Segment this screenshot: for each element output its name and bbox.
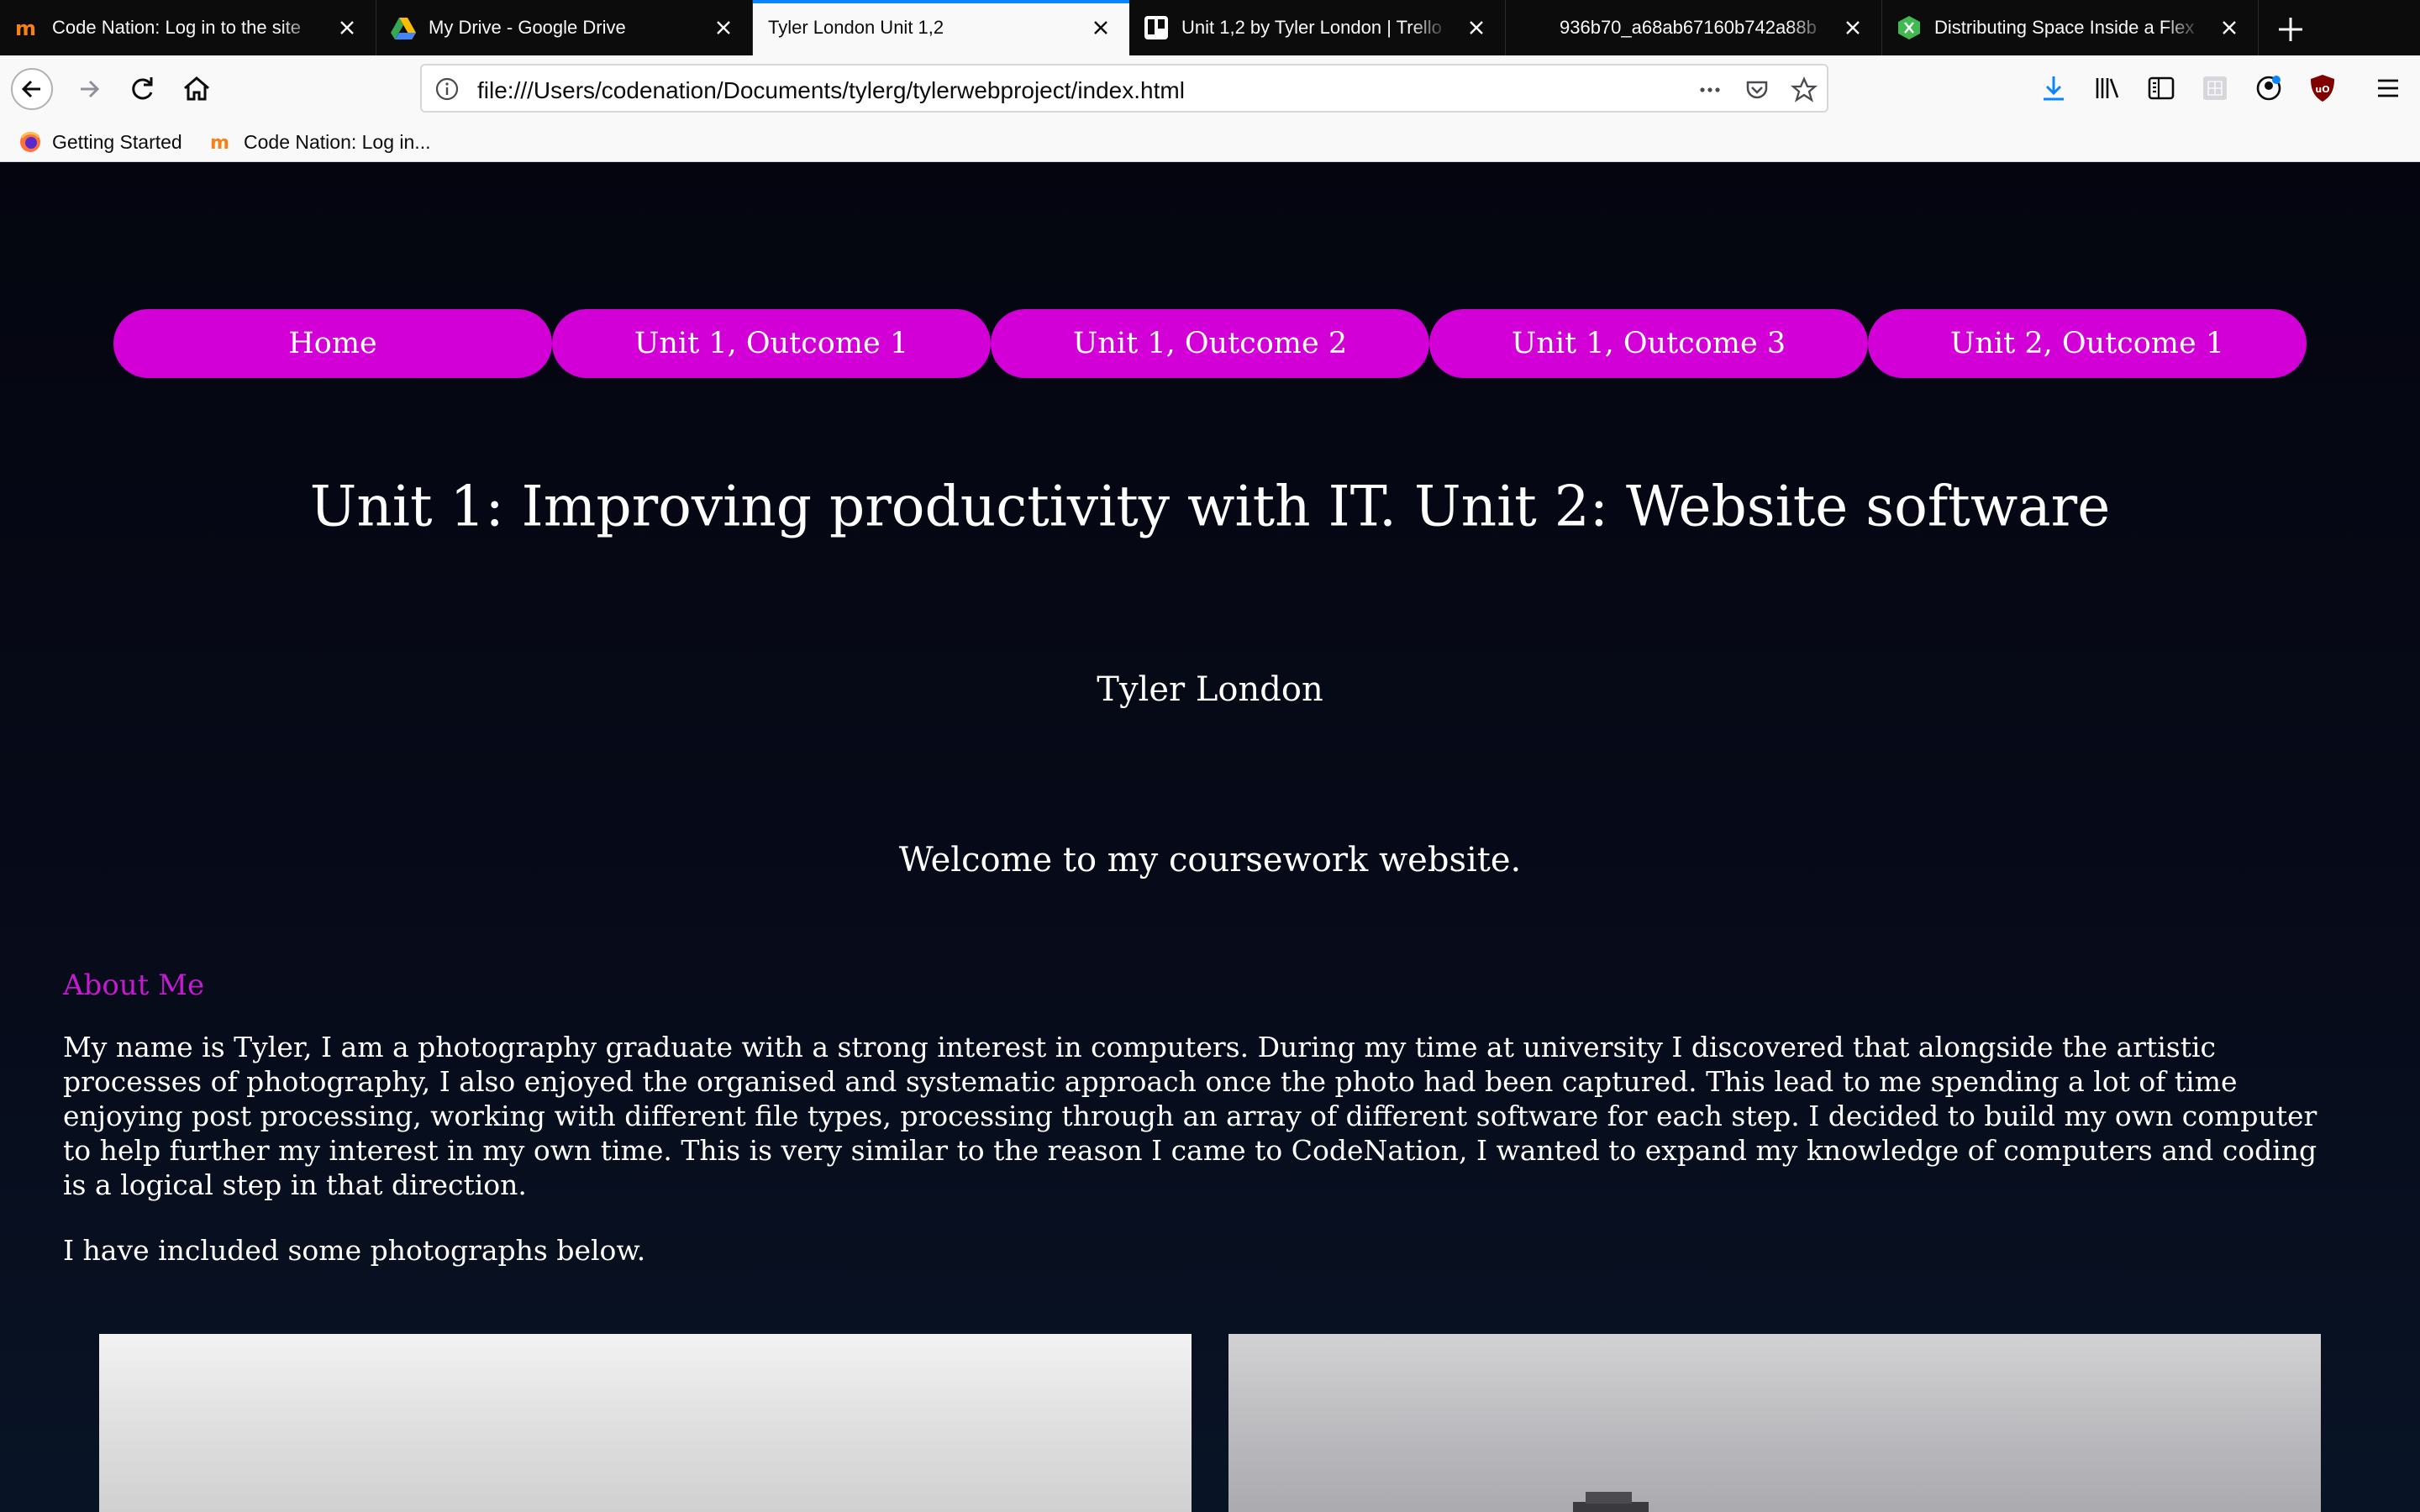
author-name: Tyler London [1097,670,1323,709]
nav-unit1-outcome2[interactable]: Unit 1, Outcome 2 [991,309,1429,378]
photograph-2 [1228,1334,2321,1512]
tab-bar: m Code Nation: Log in to the site My Dri… [0,0,2420,55]
tab-trello[interactable]: Unit 1,2 by Tyler London | Trello [1129,0,1506,55]
ublock-shield-icon[interactable]: uO [2306,71,2339,105]
pocket-icon[interactable] [1743,76,1771,104]
firefox-icon [20,132,40,152]
close-tab-icon[interactable] [1087,14,1114,41]
bookmark-code-nation[interactable]: m Code Nation: Log in... [210,128,430,156]
nav-unit1-outcome3[interactable]: Unit 1, Outcome 3 [1429,309,1868,378]
tab-title: Unit 1,2 by Tyler London | Trello [1181,17,1442,38]
photograph-2-subject [1573,1492,1649,1512]
tab-title: Tyler London Unit 1,2 [768,17,944,38]
about-me-text: My name is Tyler, I am a photography gra… [63,1031,2317,1201]
tab-image[interactable]: 936b70_a68ab67160b742a88b [1506,0,1882,55]
reload-icon [132,77,153,100]
new-tab-plus-icon[interactable] [2272,11,2309,48]
about-me-heading: About Me [63,969,205,1002]
downloads-icon[interactable] [2037,71,2070,105]
tab-title: Distributing Space Inside a Flex [1934,17,2195,38]
bookmark-getting-started[interactable]: Getting Started [18,128,182,156]
nav-home[interactable]: Home [113,309,552,378]
sidebar-icon[interactable] [2144,71,2178,105]
code-nation-favicon-icon: m [15,17,36,40]
svg-text:m: m [15,17,36,40]
home-button[interactable] [175,67,218,111]
svg-text:m: m [210,133,229,154]
code-nation-favicon-icon: m [210,133,229,154]
tab-title: 936b70_a68ab67160b742a88b [1560,17,1817,38]
svg-text:uO: uO [2315,84,2329,95]
url-bar[interactable]: file:///Users/codenation/Documents/tyler… [420,64,1828,113]
flex-favicon-icon [1898,16,1920,39]
close-tab-icon[interactable] [710,14,737,41]
home-icon [184,76,209,101]
google-drive-favicon-icon [391,18,416,39]
close-tab-icon[interactable] [1463,14,1490,41]
forward-button[interactable] [67,67,111,111]
site-navigation: Home Unit 1, Outcome 1 Unit 1, Outcome 2… [113,309,2307,378]
nav-unit1-outcome1[interactable]: Unit 1, Outcome 1 [552,309,991,378]
tab-google-drive[interactable]: My Drive - Google Drive [376,0,753,55]
photograph-1 [99,1334,1192,1512]
photos-intro-text: I have included some photographs below. [63,1234,646,1267]
back-button[interactable] [10,67,54,111]
library-icon[interactable] [2091,71,2124,105]
forward-arrow-icon [81,80,100,98]
info-icon[interactable] [434,76,460,102]
tab-title: Code Nation: Log in to the site [52,17,301,38]
reload-button[interactable] [121,67,165,111]
trello-favicon-icon [1144,16,1168,39]
account-icon[interactable] [2252,71,2286,105]
url-text[interactable]: file:///Users/codenation/Documents/tyler… [477,77,1185,104]
tab-code-nation[interactable]: m Code Nation: Log in to the site [0,0,376,55]
menu-hamburger-icon[interactable] [2371,71,2405,105]
tab-title: My Drive - Google Drive [429,17,626,38]
tab-tyler-london[interactable]: Tyler London Unit 1,2 [753,0,1129,55]
nav-unit2-outcome1[interactable]: Unit 2, Outcome 1 [1868,309,2307,378]
bookmarks-toolbar: Getting Started m Code Nation: Log in... [0,123,2420,162]
welcome-message: Welcome to my coursework website. [898,841,1522,879]
close-tab-icon[interactable] [334,14,360,41]
tab-flex[interactable]: Distributing Space Inside a Flex [1882,0,2259,55]
page-title: Unit 1: Improving productivity with IT. … [309,474,2111,539]
close-tab-icon[interactable] [2216,14,2243,41]
back-arrow-icon [11,68,53,110]
bookmark-label: Code Nation: Log in... [244,130,431,153]
page-actions-ellipsis-icon[interactable] [1696,76,1724,104]
extension-grid-icon[interactable] [2198,71,2232,105]
bookmark-label: Getting Started [52,130,182,153]
web-page: Home Unit 1, Outcome 1 Unit 1, Outcome 2… [0,162,2420,1512]
close-tab-icon[interactable] [1839,14,1866,41]
bookmark-star-icon[interactable] [1790,76,1818,104]
